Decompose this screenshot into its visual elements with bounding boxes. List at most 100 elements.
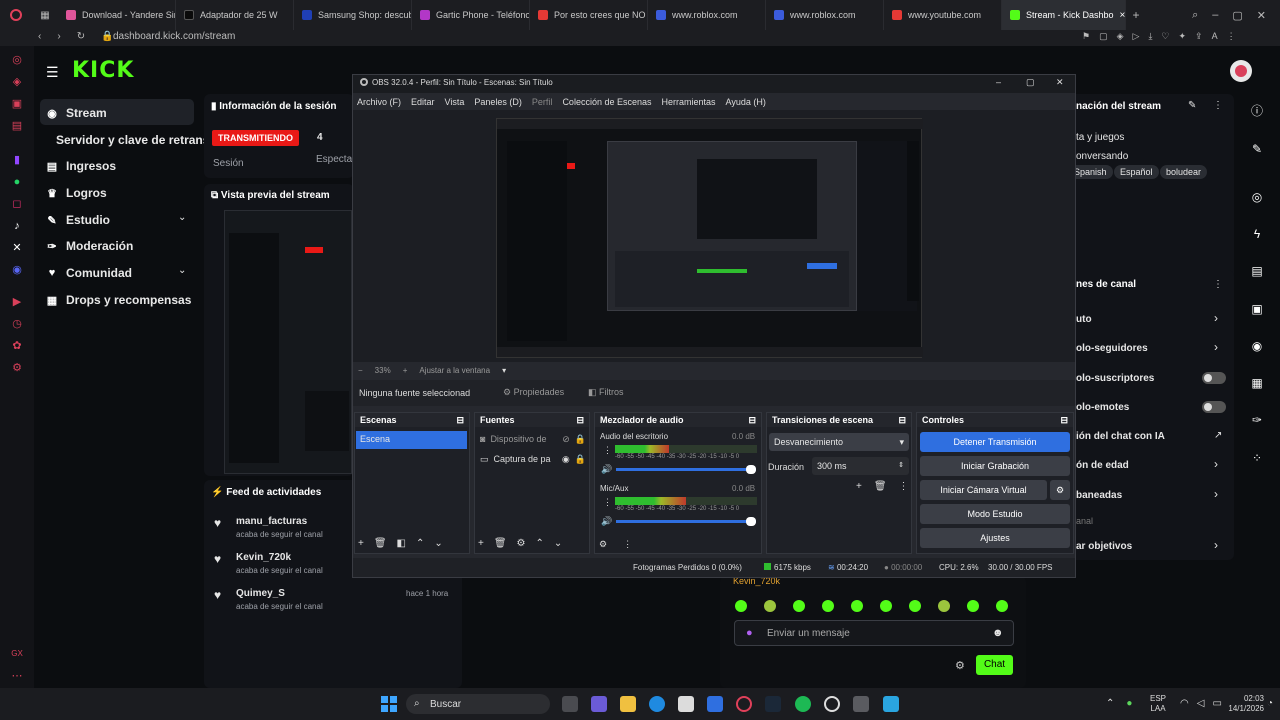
app-icon[interactable] — [883, 696, 899, 712]
task-view-icon[interactable] — [562, 696, 578, 712]
tiktok-icon[interactable]: ♪ — [11, 220, 23, 232]
obs-maximize-icon[interactable]: ▢ — [1026, 77, 1035, 88]
taskbar-search[interactable] — [406, 694, 550, 714]
tag-chip[interactable]: boludear — [1160, 165, 1208, 179]
virtual-camera-settings-icon[interactable]: ⚙ — [1050, 480, 1070, 500]
move-down-icon[interactable]: ⌄ — [554, 538, 562, 549]
obs-taskbar-icon[interactable] — [824, 696, 840, 712]
download-icon[interactable]: ⤓ — [1148, 31, 1152, 42]
browser-tab[interactable]: Adaptador de 25 W — [176, 0, 294, 30]
windows-start-icon[interactable] — [381, 696, 397, 712]
transition-select[interactable]: Desvanecimiento ▾ — [769, 433, 909, 451]
gear-icon[interactable]: ⚙ — [517, 538, 526, 549]
aria-icon[interactable]: A — [1212, 31, 1218, 42]
language-indicator[interactable]: ESP LAA — [1150, 694, 1166, 714]
whatsapp-icon[interactable]: ● — [11, 176, 23, 188]
emote-icon[interactable] — [996, 600, 1008, 612]
gx-icon[interactable]: GX — [11, 648, 23, 660]
close-tab-icon[interactable]: × — [1120, 10, 1125, 21]
mic-icon[interactable]: ● — [746, 627, 753, 639]
reload-icon[interactable]: ↻ — [77, 31, 85, 42]
workspaces-icon[interactable]: ▦ — [32, 10, 58, 21]
obs-close-icon[interactable]: ✕ — [1056, 77, 1064, 88]
chevron-right-icon[interactable]: › — [1214, 487, 1218, 501]
extensions-icon[interactable]: ✦ — [1179, 31, 1187, 42]
menu-item[interactable]: Colección de Escenas — [562, 97, 651, 107]
volume-icon[interactable]: 🔊 — [601, 516, 612, 527]
gamepad-icon[interactable]: ▣ — [11, 98, 23, 110]
dock-menu-icon[interactable]: ⊟ — [1060, 415, 1068, 426]
duration-input[interactable]: 300 ms ⇕ — [812, 457, 909, 475]
source-item[interactable]: ◙ Dispositivo de ⊘ 🔒 — [480, 434, 586, 445]
menu-item[interactable]: Editar — [411, 97, 435, 107]
close-window-icon[interactable]: ✕ — [1257, 9, 1266, 22]
layout-icon[interactable]: ▦ — [1250, 376, 1264, 390]
obs-preview-canvas[interactable] — [496, 118, 923, 358]
menu-item[interactable]: Herramientas — [662, 97, 716, 107]
broadcast-icon[interactable]: ◉ — [1250, 339, 1264, 353]
opera-gx-icon[interactable] — [736, 696, 752, 712]
nav-item-income[interactable]: ▤ Ingresos — [46, 159, 116, 173]
wrench-icon[interactable]: ✑ — [1250, 413, 1264, 427]
move-up-icon[interactable]: ⌃ — [416, 538, 424, 549]
info-icon[interactable]: ⓘ — [1250, 104, 1264, 118]
nav-item-stream[interactable]: ◉ Stream — [46, 106, 107, 120]
twitch-icon[interactable]: ▮ — [11, 154, 23, 166]
dock-menu-icon[interactable]: ⊟ — [456, 415, 464, 426]
kick-logo[interactable]: KICK — [72, 58, 134, 83]
settings-taskbar-icon[interactable] — [853, 696, 869, 712]
share-icon[interactable]: ⇪ — [1195, 31, 1203, 42]
add-icon[interactable]: + — [358, 538, 364, 549]
advanced-audio-icon[interactable]: ⚙ — [599, 539, 607, 550]
clock[interactable]: 02:03 14/1/2026 — [1222, 694, 1264, 714]
kebab-menu-icon[interactable]: ⋮ — [1213, 100, 1223, 111]
chat-settings-icon[interactable]: ⚙ — [955, 659, 965, 672]
shield-icon[interactable]: ◈ — [1117, 31, 1124, 42]
chevron-down-icon[interactable]: ⌄ — [178, 265, 186, 276]
menu-icon[interactable]: ⋮ — [1227, 31, 1236, 42]
settings-icon[interactable]: ⚙ — [11, 362, 23, 374]
external-link-icon[interactable]: ↗ — [1214, 430, 1222, 441]
zoom-out-icon[interactable]: − — [358, 366, 363, 375]
zoom-in-icon[interactable]: + — [403, 366, 408, 375]
nav-item-drops[interactable]: ▦ Drops y recompensas — [46, 293, 192, 307]
emote-icon[interactable] — [938, 600, 950, 612]
dock-menu-icon[interactable]: ⊟ — [576, 415, 584, 426]
forward-icon[interactable]: › — [57, 31, 60, 42]
eye-hidden-icon[interactable]: ⊘ — [562, 434, 570, 445]
toggle-switch[interactable] — [1202, 401, 1226, 413]
menu-item[interactable]: Perfil — [532, 97, 553, 107]
properties-button[interactable]: ⚙ Propiedades — [503, 387, 564, 398]
messenger-icon[interactable]: ▤ — [11, 120, 23, 132]
kebab-menu-icon[interactable]: ⋮ — [1213, 279, 1223, 290]
instagram-icon[interactable]: ◻ — [11, 198, 23, 210]
activity-user[interactable]: Kevin_720k — [236, 552, 291, 563]
browser-tab[interactable]: Gartic Phone - Teléfono — [412, 0, 530, 30]
spotify-icon[interactable] — [795, 696, 811, 712]
url-text[interactable]: dashboard.kick.com/stream — [113, 31, 235, 42]
browser-tab[interactable]: www.youtube.com — [884, 0, 1002, 30]
browser-tab[interactable]: Download - Yandere Sim — [58, 0, 176, 30]
steam-icon[interactable] — [765, 696, 781, 712]
scene-item[interactable]: Escena — [356, 431, 467, 449]
player-icon[interactable]: ▶ — [11, 296, 23, 308]
chevron-right-icon[interactable]: › — [1214, 538, 1218, 552]
nav-item-achievements[interactable]: ♛ Logros — [46, 186, 107, 200]
channel-menu-icon[interactable]: ⋮ — [603, 497, 612, 508]
edge-icon[interactable] — [649, 696, 665, 712]
chevron-down-icon[interactable]: ⌄ — [178, 212, 186, 223]
menu-item[interactable]: Ayuda (H) — [726, 97, 766, 107]
chat-bubble-icon[interactable]: ▣ — [1250, 302, 1264, 316]
store-icon[interactable] — [678, 696, 694, 712]
nav-item-server-key[interactable]: Servidor y clave de retransm — [56, 133, 220, 147]
minimize-icon[interactable]: – — [1212, 9, 1218, 22]
avatar[interactable] — [1230, 60, 1252, 82]
bag-icon[interactable]: ◈ — [11, 76, 23, 88]
history-icon[interactable]: ◷ — [11, 318, 23, 330]
activity-user[interactable]: manu_facturas — [236, 516, 307, 527]
delete-icon[interactable]: 🗑 — [874, 481, 887, 492]
more-icon[interactable]: ⋯ — [11, 670, 23, 682]
fit-window-button[interactable]: Ajustar a la ventana — [419, 366, 490, 375]
move-up-icon[interactable]: ⌃ — [536, 538, 544, 549]
dropdown-arrow-icon[interactable]: ▾ — [502, 366, 506, 375]
